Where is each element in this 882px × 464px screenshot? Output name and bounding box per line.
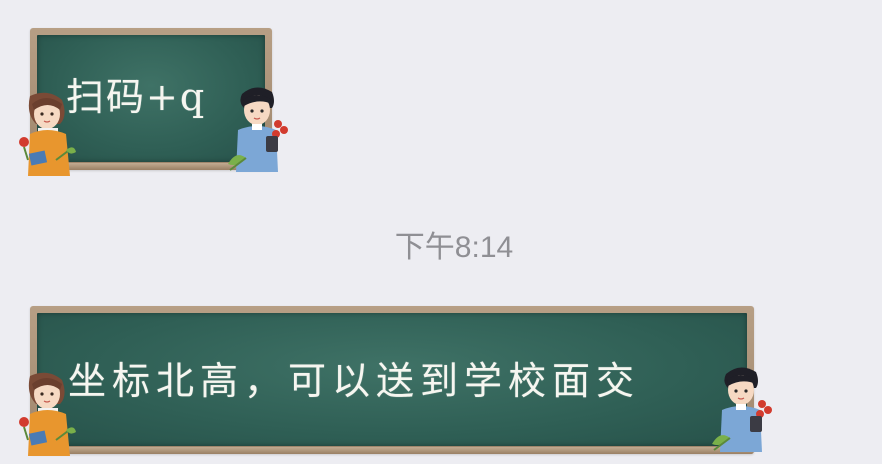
girl-student-icon <box>16 90 80 180</box>
girl-student-icon <box>16 370 80 460</box>
message-bubble[interactable]: 扫码+q <box>19 28 288 176</box>
chalkboard-ledge <box>30 447 754 454</box>
message-text: 坐标北高，可以送到学校面交 <box>68 359 641 403</box>
message-text: 扫码+q <box>66 75 207 119</box>
chat-screen: 扫码+q 下午8:14 坐标北高，可以送到学校面交 <box>0 0 882 464</box>
boy-student-icon <box>226 84 292 176</box>
message-timestamp: 下午8:14 <box>394 231 514 264</box>
boy-student-icon <box>710 364 776 456</box>
message-bubble[interactable]: 坐标北高，可以送到学校面交 <box>19 306 772 456</box>
